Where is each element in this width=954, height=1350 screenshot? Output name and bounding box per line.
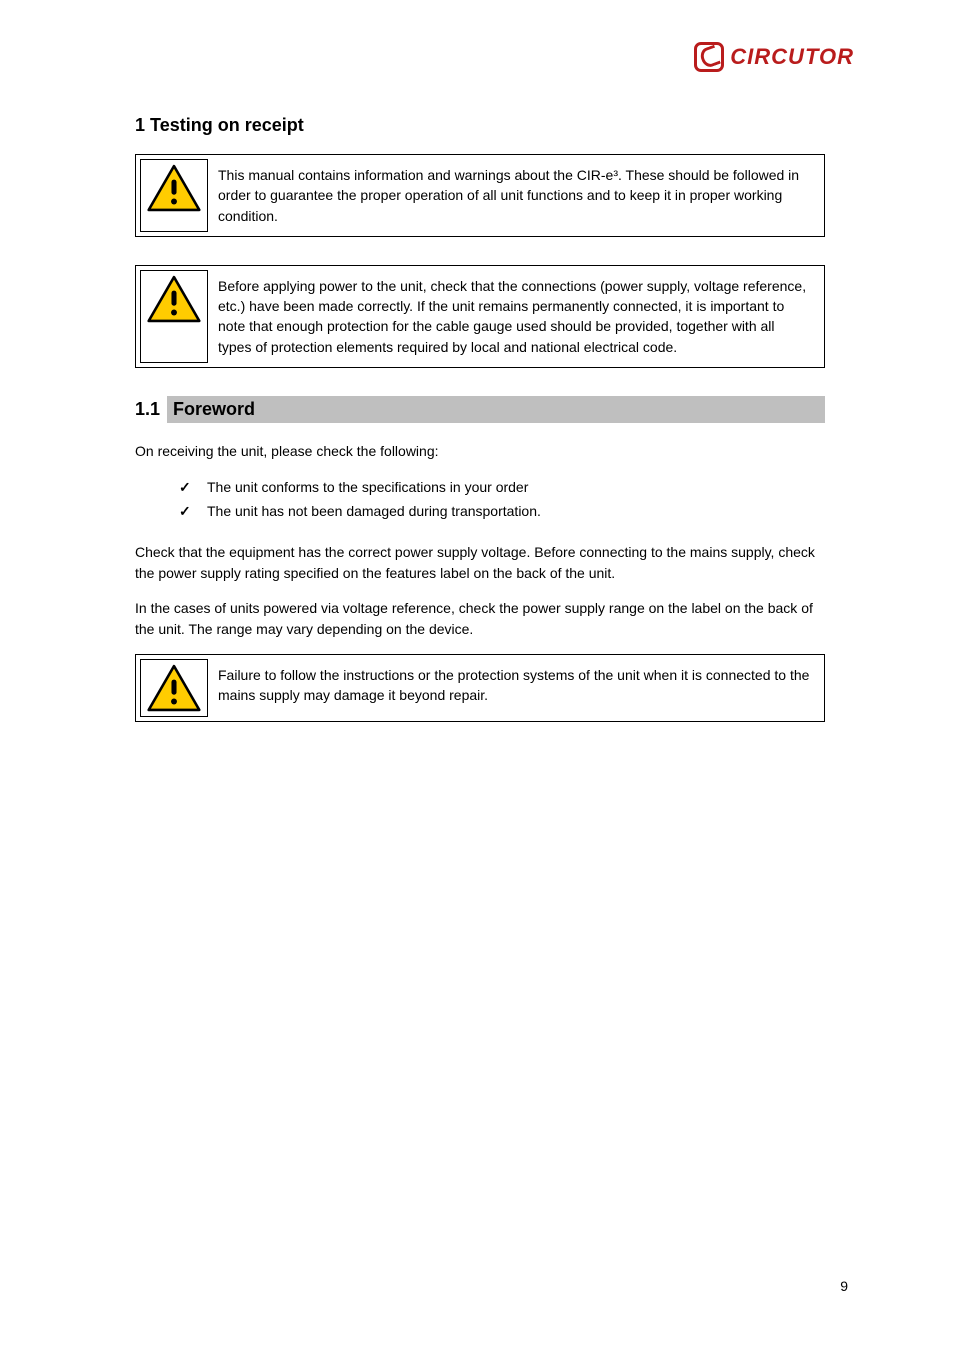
warning-3-text: Failure to follow the instructions or th…: [212, 655, 824, 721]
warning-box-3: Failure to follow the instructions or th…: [135, 654, 825, 722]
section-number: 1: [135, 115, 145, 135]
warning-icon-cell: [140, 159, 208, 232]
checklist: The unit conforms to the specifications …: [179, 476, 825, 524]
warning-icon-cell: [140, 659, 208, 717]
warning-box-2: Before applying power to the unit, check…: [135, 265, 825, 368]
subsection-heading: 1.1 Foreword: [135, 396, 825, 423]
list-item: The unit has not been damaged during tra…: [179, 500, 825, 524]
warning-icon-cell: [140, 270, 208, 363]
brand-name: CIRCUTOR: [730, 44, 854, 70]
list-item: The unit conforms to the specifications …: [179, 476, 825, 500]
warning-1-text: This manual contains information and war…: [212, 155, 824, 236]
section-title-text: Testing on receipt: [150, 115, 304, 135]
warning-2-text: Before applying power to the unit, check…: [212, 266, 824, 367]
subsection-number: 1.1: [135, 399, 167, 420]
warning-box-1: This manual contains information and war…: [135, 154, 825, 237]
subsection-title: Foreword: [167, 396, 825, 423]
logo-mark-icon: [694, 42, 724, 72]
section-heading: 1 Testing on receipt: [135, 115, 825, 136]
paragraph-2: Check that the equipment has the correct…: [135, 542, 825, 584]
page-number: 9: [840, 1278, 848, 1294]
warning-icon: [147, 164, 201, 212]
brand-logo: CIRCUTOR: [694, 42, 854, 72]
paragraph-3: In the cases of units powered via voltag…: [135, 598, 825, 640]
paragraph-1: On receiving the unit, please check the …: [135, 441, 825, 462]
warning-icon: [147, 664, 201, 712]
warning-icon: [147, 275, 201, 323]
page-content: 1 Testing on receipt This manual contain…: [135, 115, 825, 750]
